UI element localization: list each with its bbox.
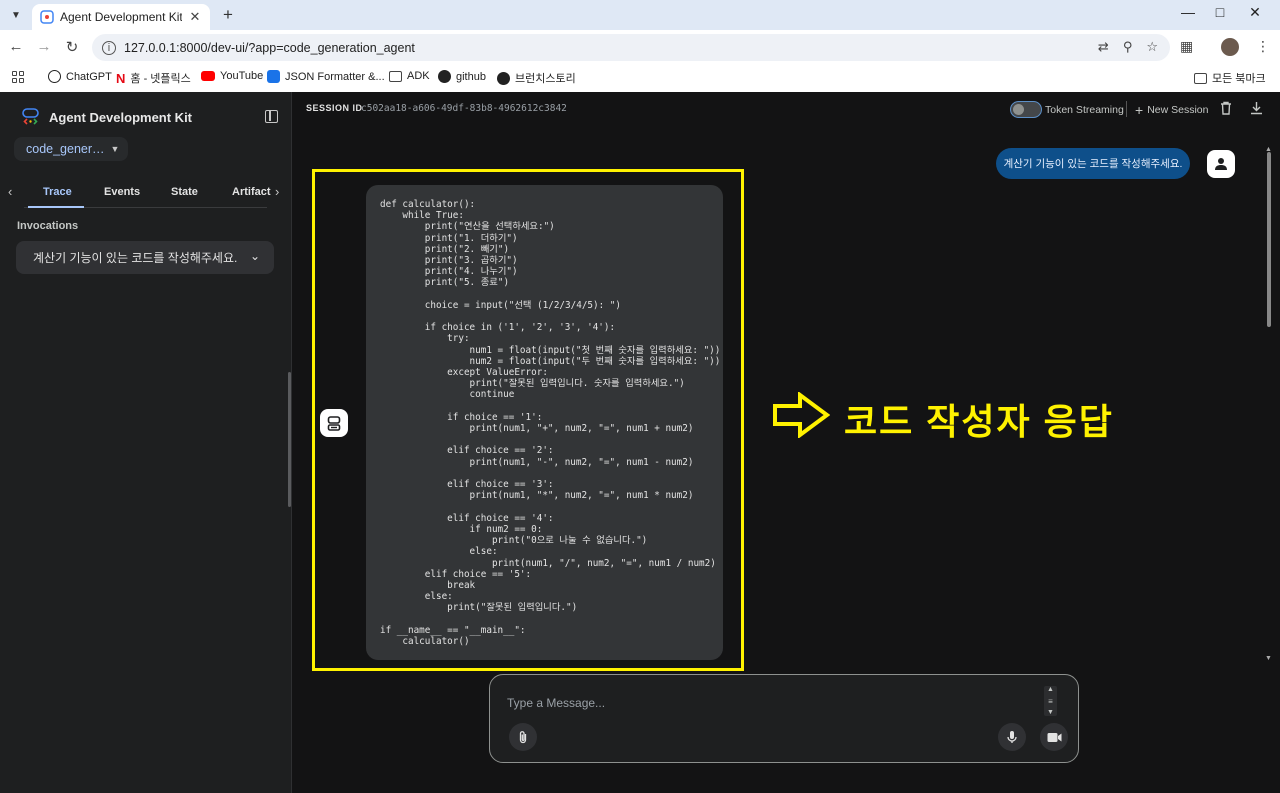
minimize-icon[interactable]: — bbox=[1173, 4, 1203, 20]
bookmark-github[interactable]: github bbox=[438, 70, 486, 83]
token-streaming-label: Token Streaming bbox=[1045, 104, 1124, 116]
user-avatar bbox=[1207, 150, 1235, 178]
bookmark-youtube[interactable]: YouTube bbox=[201, 70, 263, 82]
bookmark-netflix[interactable]: N홈 - 넷플릭스 bbox=[116, 70, 191, 86]
back-icon[interactable]: ← bbox=[7, 38, 25, 55]
bookmark-brunch[interactable]: 브런치스토리 bbox=[497, 70, 576, 86]
tabs-prev-icon[interactable]: ‹ bbox=[8, 184, 12, 199]
chevron-down-icon[interactable]: ⌄ bbox=[250, 249, 260, 263]
person-icon bbox=[1215, 158, 1227, 170]
annotation-text: 코드 작성자 응답 bbox=[844, 401, 1114, 442]
microphone-icon bbox=[1007, 731, 1017, 743]
user-message-bubble: 계산기 기능이 있는 코드를 작성해주세요. bbox=[996, 148, 1190, 179]
extensions-icon[interactable]: ▦ bbox=[1180, 38, 1193, 55]
delete-session-icon[interactable] bbox=[1220, 101, 1232, 115]
active-tab-indicator bbox=[28, 206, 84, 208]
browser-toolbar: ← → ↻ i 127.0.0.1:8000/dev-ui/?app=code_… bbox=[0, 30, 1280, 64]
bookmark-adk[interactable]: ADK bbox=[389, 70, 430, 82]
bookmark-chatgpt[interactable]: ChatGPT bbox=[48, 70, 112, 83]
user-message-text: 계산기 기능이 있는 코드를 작성해주세요. bbox=[1003, 158, 1183, 170]
browser-menu-icon[interactable]: ⋮ bbox=[1256, 38, 1270, 55]
annotation-arrow-icon bbox=[773, 392, 830, 438]
bookmark-json-formatter[interactable]: JSON Formatter &... bbox=[267, 70, 385, 83]
site-info-icon[interactable]: i bbox=[102, 40, 116, 55]
reload-icon[interactable]: ↻ bbox=[63, 38, 81, 56]
attach-button[interactable] bbox=[509, 723, 537, 751]
message-input[interactable] bbox=[507, 693, 1027, 713]
download-icon[interactable] bbox=[1250, 101, 1263, 115]
app-select-value: code_gener… bbox=[26, 142, 105, 156]
message-composer: ▲≡▼ bbox=[489, 674, 1079, 763]
brand-title: Agent Development Kit bbox=[49, 109, 193, 125]
browser-chrome: ▼ Agent Development Kit Dev UI ✕ + — □ ✕… bbox=[0, 0, 1280, 92]
paperclip-icon bbox=[519, 731, 527, 744]
apps-grid-icon[interactable] bbox=[12, 71, 24, 83]
chat-scrollbar[interactable] bbox=[1267, 152, 1271, 327]
sidebar-tabs: ‹ Trace Events State Artifact › bbox=[0, 174, 292, 208]
scroll-down-icon[interactable]: ▼ bbox=[1265, 655, 1272, 662]
new-tab-icon[interactable]: + bbox=[219, 5, 237, 25]
checkbox-icon bbox=[267, 70, 280, 83]
tab-strip: ▼ Agent Development Kit Dev UI ✕ + — □ ✕ bbox=[0, 0, 1280, 30]
tabs-next-icon[interactable]: › bbox=[275, 184, 279, 199]
video-button[interactable] bbox=[1040, 723, 1068, 751]
toolbar-divider bbox=[1126, 101, 1127, 117]
forward-icon[interactable]: → bbox=[35, 38, 53, 55]
invocation-text: 계산기 기능이 있는 코드를 작성해주세요. bbox=[33, 251, 238, 265]
browser-tab[interactable]: Agent Development Kit Dev UI ✕ bbox=[32, 4, 210, 30]
session-id-label: SESSION ID bbox=[306, 103, 363, 113]
tab-title: Agent Development Kit Dev UI bbox=[60, 10, 182, 24]
youtube-icon bbox=[201, 71, 215, 81]
folder-icon bbox=[389, 70, 402, 82]
video-camera-icon bbox=[1047, 732, 1061, 742]
plus-icon: + bbox=[1135, 102, 1144, 118]
address-bar[interactable]: i 127.0.0.1:8000/dev-ui/?app=code_genera… bbox=[92, 34, 1170, 61]
sidebar-resize-handle[interactable] bbox=[288, 372, 291, 507]
new-session-button[interactable]: + New Session bbox=[1135, 102, 1208, 118]
netflix-icon: N bbox=[116, 70, 126, 86]
agent-response-bubble: def calculator(): while True: print("연산을… bbox=[366, 185, 723, 660]
translate-icon[interactable]: ⇄ bbox=[1098, 39, 1109, 55]
tab-artifact[interactable]: Artifact bbox=[232, 186, 271, 198]
sidebar: Agent Development Kit code_gener… ▼ ‹ Tr… bbox=[0, 92, 292, 793]
adk-logo-icon bbox=[22, 108, 39, 125]
tab-close-icon[interactable]: ✕ bbox=[188, 9, 202, 25]
textarea-resize-stepper[interactable]: ▲ ≡ ▼ bbox=[1044, 686, 1057, 716]
new-session-label: New Session bbox=[1147, 104, 1209, 116]
collapse-sidebar-icon[interactable] bbox=[265, 110, 278, 123]
tab-state[interactable]: State bbox=[171, 186, 198, 198]
url-text: 127.0.0.1:8000/dev-ui/?app=code_generati… bbox=[124, 40, 415, 55]
brand: Agent Development Kit bbox=[22, 108, 192, 126]
microphone-button[interactable] bbox=[998, 723, 1026, 751]
invocation-item[interactable]: 계산기 기능이 있는 코드를 작성해주세요. ⌄ bbox=[16, 241, 274, 274]
caret-down-icon: ▼ bbox=[110, 144, 120, 154]
token-streaming-toggle[interactable] bbox=[1010, 101, 1042, 118]
bookmarks-bar: ChatGPT N홈 - 넷플릭스 YouTube JSON Formatter… bbox=[0, 64, 1280, 92]
bookmark-star-icon[interactable]: ☆ bbox=[1146, 39, 1158, 55]
session-id-value: c502aa18-a606-49df-83b8-4962612c3842 bbox=[361, 103, 567, 114]
zoom-icon[interactable]: ⚲ bbox=[1123, 39, 1133, 55]
adk-favicon-icon bbox=[40, 10, 54, 24]
code-block: def calculator(): while True: print("연산을… bbox=[380, 199, 721, 647]
folder-icon bbox=[1194, 72, 1207, 84]
all-bookmarks[interactable]: 모든 북마크 bbox=[1194, 70, 1266, 86]
chatgpt-icon bbox=[48, 70, 61, 83]
chat-panel: SESSION ID c502aa18-a606-49df-83b8-49626… bbox=[292, 92, 1280, 793]
profile-avatar[interactable] bbox=[1221, 38, 1239, 56]
window-close-icon[interactable]: ✕ bbox=[1240, 4, 1270, 21]
session-bar: SESSION ID c502aa18-a606-49df-83b8-49626… bbox=[292, 92, 1280, 126]
maximize-icon[interactable]: □ bbox=[1205, 4, 1235, 20]
github-icon bbox=[438, 70, 451, 83]
invocations-label: Invocations bbox=[17, 220, 79, 232]
tab-search-icon[interactable]: ▼ bbox=[6, 5, 26, 25]
app-select[interactable]: code_gener… ▼ bbox=[14, 137, 128, 161]
brunch-icon bbox=[497, 71, 510, 85]
tab-events[interactable]: Events bbox=[104, 186, 140, 198]
tab-trace[interactable]: Trace bbox=[43, 186, 72, 198]
